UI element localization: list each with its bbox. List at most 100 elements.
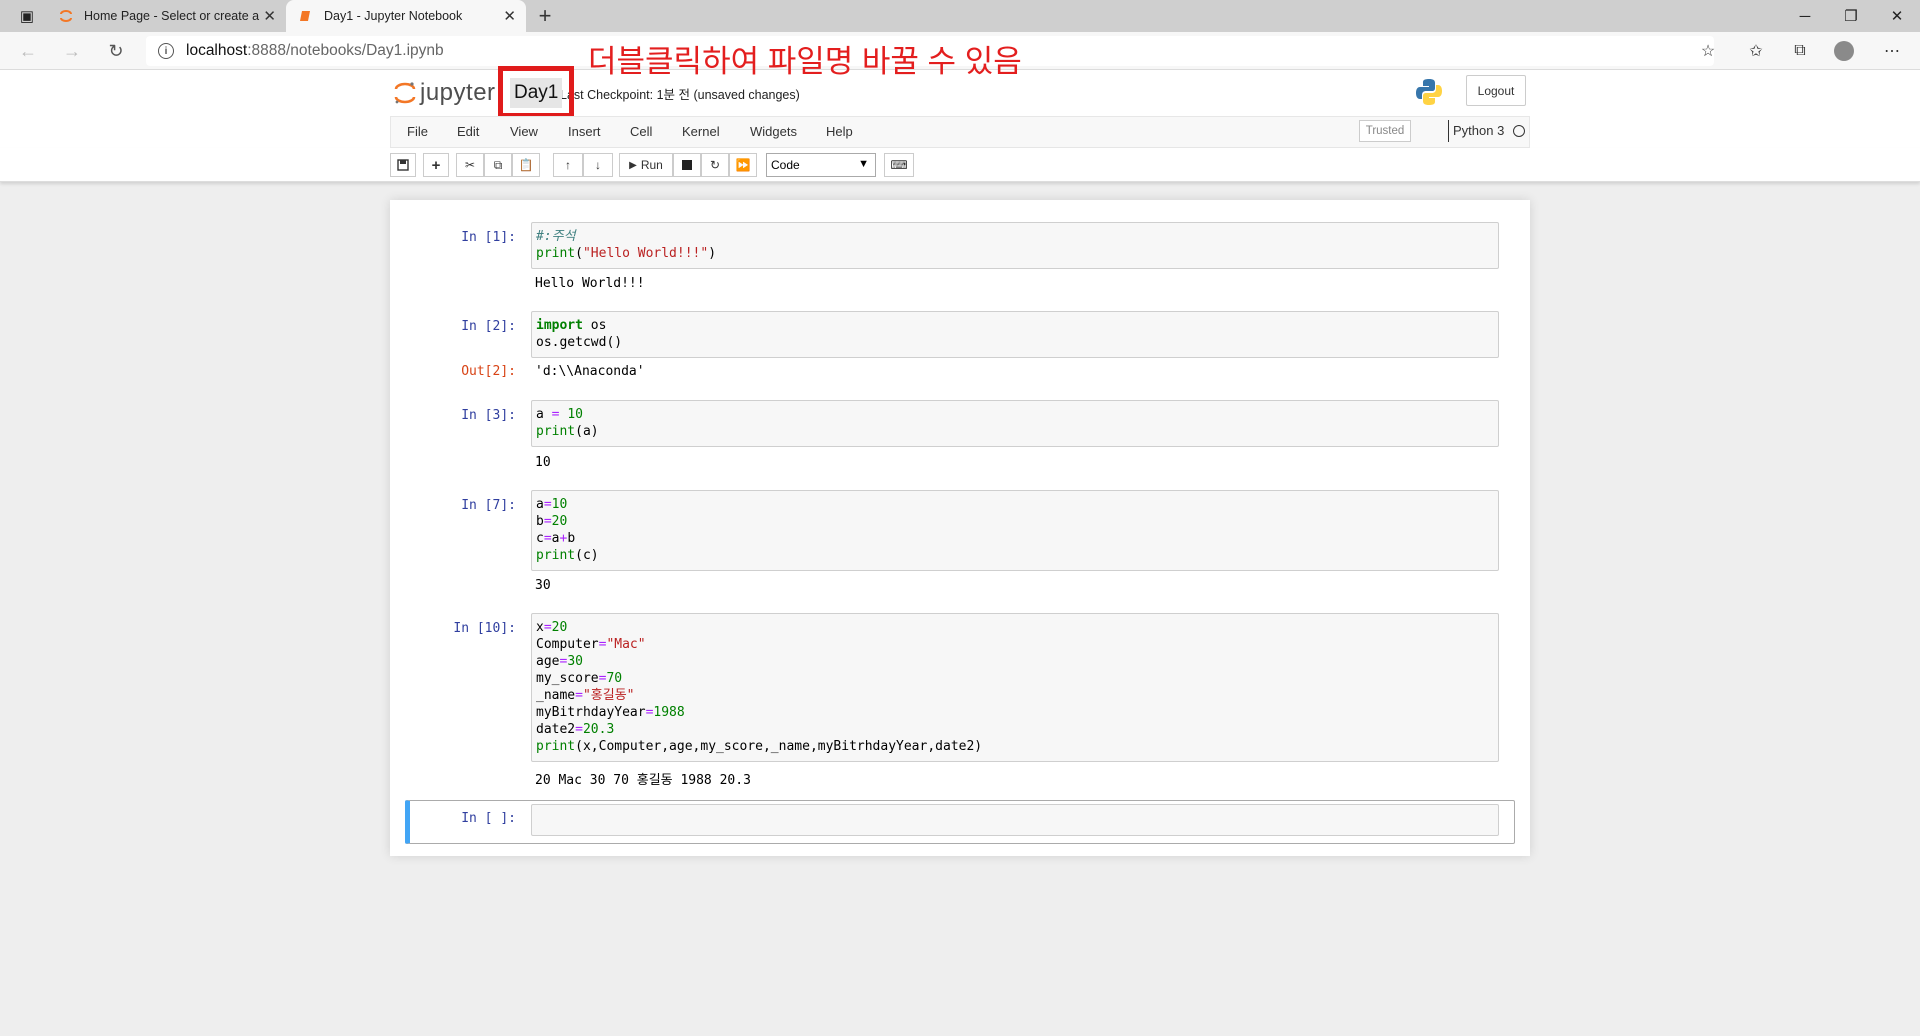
code-line: os.getcwd() [536,335,623,350]
selected-cell[interactable]: In [ ]: [405,800,1515,844]
move-down-icon[interactable]: ↓ [583,153,613,177]
cell-output: Hello World!!! [535,276,645,291]
restore-icon[interactable]: ❐ [1828,0,1874,32]
code-line: _name="홍길동" [536,688,635,703]
back-icon[interactable]: ← [14,38,42,64]
code-line: my_score=70 [536,671,623,686]
add-cell-icon[interactable]: + [423,153,449,177]
code-line: print(c) [536,548,599,563]
code-line: print(x,Computer,age,my_score,_name,myBi… [536,739,983,754]
menu-edit[interactable]: Edit [457,124,479,139]
minimize-icon[interactable]: ─ [1782,0,1828,32]
code-line: date2=20.3 [536,722,615,737]
cell-type-select[interactable]: Code ▼ [766,153,876,177]
info-icon[interactable]: i [158,43,174,59]
code-line: print("Hello World!!!") [536,246,717,261]
keyboard-icon[interactable]: ⌨ [884,153,914,177]
paste-icon[interactable]: 📋 [512,153,540,177]
menu-file[interactable]: File [407,124,428,139]
code-line: a=10 [536,497,568,512]
trusted-indicator[interactable]: Trusted [1359,120,1411,142]
add-favorite-icon[interactable]: ☆ [1694,38,1722,64]
python-logo-icon [1416,79,1442,105]
new-tab-icon[interactable]: + [530,0,560,32]
browser-tab-strip: ▣ Home Page - Select or create a noteboo… [0,0,1920,32]
checkpoint-status: Last Checkpoint: 1분 전 (unsaved changes) [560,88,800,102]
code-line: myBitrhdayYear=1988 [536,705,685,720]
close-window-icon[interactable]: ✕ [1874,0,1920,32]
notebook-toolbar: + ✂ ⧉ 📋 ↑ ↓ ▶ Run ↻ ⏩ Code ▼ ⌨ [0,148,1920,182]
restart-icon[interactable]: ↻ [701,153,729,177]
code-input[interactable]: a = 10 print(a) [531,400,1499,447]
browser-tab-home[interactable]: Home Page - Select or create a notebook … [46,0,286,32]
favorites-icon[interactable]: ✩ [1742,38,1770,64]
logout-button[interactable]: Logout [1466,75,1526,106]
menu-widgets[interactable]: Widgets [750,124,797,139]
cell-output: 20 Mac 30 70 홍길동 1988 20.3 [535,773,751,788]
run-label: Run [640,158,663,172]
code-input[interactable]: #:주석 print("Hello World!!!") [531,222,1499,269]
interrupt-icon[interactable] [673,153,701,177]
code-line: import os [536,318,607,333]
tab-close-icon[interactable]: ✕ [263,7,276,25]
browser-tab-day1[interactable]: Day1 - Jupyter Notebook ✕ [286,0,526,32]
tab-close-icon[interactable]: ✕ [503,7,516,25]
tab-actions-icon[interactable]: ▣ [4,0,50,32]
input-prompt: In [ ]: [461,811,516,826]
code-input[interactable]: import os os.getcwd() [531,311,1499,358]
menubar: File Edit View Insert Cell Kernel Widget… [0,116,1920,148]
more-menu-icon[interactable]: ⋯ [1878,38,1906,64]
code-line: age=30 [536,654,583,669]
jupyter-favicon-icon [58,8,74,24]
menu-kernel[interactable]: Kernel [682,124,720,139]
code-line: c=a+b [536,531,576,546]
run-button[interactable]: ▶ Run [619,153,673,177]
menu-view[interactable]: View [510,124,538,139]
code-input[interactable] [531,804,1499,836]
code-line: x=20 [536,620,568,635]
jupyter-logo-text: jupyter [420,79,496,106]
annotation-highlight-box [498,66,574,118]
kernel-separator [1448,120,1449,142]
move-up-icon[interactable]: ↑ [553,153,583,177]
code-line: print(a) [536,424,599,439]
code-line: b=20 [536,514,568,529]
cell-type-value: Code [771,158,800,172]
forward-icon[interactable]: → [58,38,86,64]
jupyter-logo-icon [394,82,416,104]
input-prompt: In [10]: [453,621,516,636]
cut-icon[interactable]: ✂ [456,153,484,177]
code-input[interactable]: a=10 b=20 c=a+b print(c) [531,490,1499,571]
menu-help[interactable]: Help [826,124,853,139]
code-line: a = 10 [536,407,583,422]
code-line: Computer="Mac" [536,637,646,652]
run-icon: ▶ [629,159,637,171]
input-prompt: In [2]: [461,319,516,334]
input-prompt: In [1]: [461,230,516,245]
input-prompt: In [3]: [461,408,516,423]
code-input[interactable]: x=20 Computer="Mac" age=30 my_score=70 _… [531,613,1499,762]
notebook-favicon-icon [298,8,314,24]
menu-cell[interactable]: Cell [630,124,652,139]
copy-icon[interactable]: ⧉ [484,153,512,177]
menu-insert[interactable]: Insert [568,124,601,139]
input-prompt: In [7]: [461,498,516,513]
cell-output: 10 [535,455,551,470]
menubar-container: File Edit View Insert Cell Kernel Widget… [390,116,1530,148]
chevron-down-icon: ▼ [858,158,869,170]
cell-output: 'd:\\Anaconda' [535,364,645,379]
profile-avatar[interactable] [1830,38,1858,64]
tab-title: Day1 - Jupyter Notebook [324,9,463,23]
kernel-idle-icon [1513,125,1525,137]
reload-icon[interactable]: ↻ [102,38,130,64]
output-prompt: Out[2]: [461,364,516,379]
notebook-container: In [1]: #:주석 print("Hello World!!!") Hel… [390,200,1530,856]
url-host: localhost [186,42,248,59]
collections-icon[interactable]: ⧉ [1786,38,1814,64]
tab-title: Home Page - Select or create a notebook [84,9,260,23]
restart-run-all-icon[interactable]: ⏩ [729,153,757,177]
jupyter-logo[interactable]: jupyter [394,78,496,108]
code-line: #:주석 [536,229,576,244]
save-icon[interactable] [390,153,416,177]
kernel-name[interactable]: Python 3 [1453,123,1504,138]
